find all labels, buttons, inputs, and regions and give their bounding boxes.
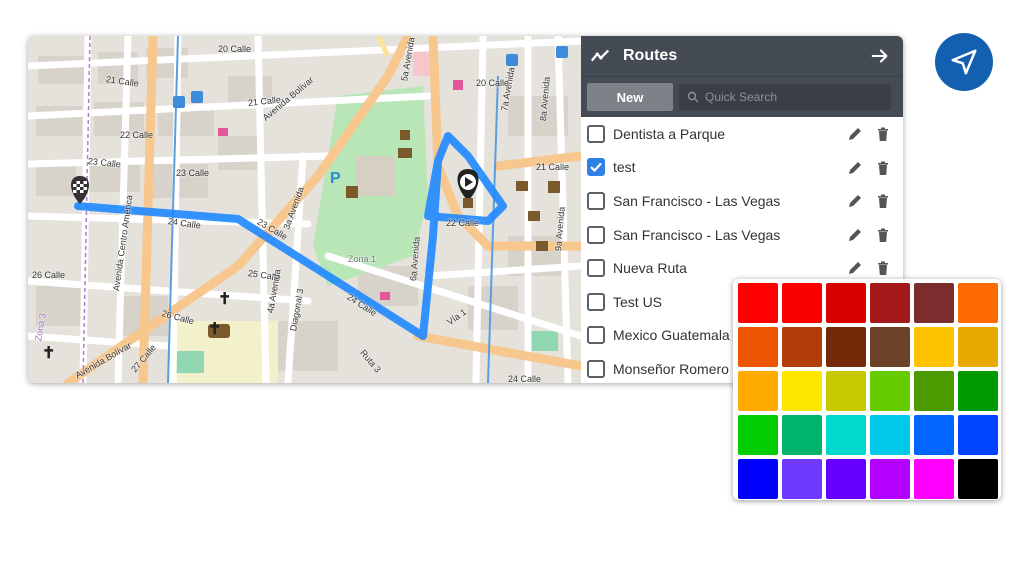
route-name: Dentista a Parque bbox=[613, 125, 726, 142]
color-swatch[interactable] bbox=[738, 415, 778, 455]
route-name: San Francisco - Las Vegas bbox=[613, 192, 781, 209]
route-row[interactable]: San Francisco - Las Vegas bbox=[581, 184, 903, 218]
color-swatch[interactable] bbox=[958, 327, 998, 367]
color-swatch[interactable] bbox=[914, 371, 954, 411]
color-swatch[interactable] bbox=[738, 283, 778, 323]
routes-header: Routes bbox=[581, 36, 903, 76]
color-swatch[interactable] bbox=[870, 283, 910, 323]
svg-text:✝: ✝ bbox=[42, 345, 55, 362]
map-street-label: 26 Calle bbox=[32, 270, 66, 280]
route-checkbox[interactable] bbox=[587, 259, 605, 278]
trash-icon[interactable] bbox=[875, 260, 891, 276]
map-street-label: 22 Calle bbox=[446, 218, 480, 228]
edit-pencil-icon[interactable] bbox=[847, 227, 863, 243]
edit-pencil-icon[interactable] bbox=[847, 160, 863, 176]
color-swatch[interactable] bbox=[914, 327, 954, 367]
color-swatch[interactable] bbox=[782, 415, 822, 455]
color-swatch[interactable] bbox=[870, 371, 910, 411]
color-swatch[interactable] bbox=[826, 283, 866, 323]
color-swatch[interactable] bbox=[782, 327, 822, 367]
map-street-label: 21 Calle bbox=[536, 162, 570, 172]
route-name: test bbox=[613, 159, 636, 176]
map-street-label: 22 Calle bbox=[120, 130, 154, 140]
route-name: San Francisco - Las Vegas bbox=[613, 226, 781, 243]
route-checkbox[interactable] bbox=[587, 225, 605, 244]
routes-trend-icon bbox=[590, 49, 610, 62]
route-actions bbox=[847, 193, 891, 209]
trash-icon[interactable] bbox=[875, 160, 891, 176]
route-checkbox[interactable] bbox=[587, 326, 605, 345]
route-name: Mexico Guatemala bbox=[613, 327, 730, 344]
route-checkbox[interactable] bbox=[587, 359, 605, 378]
route-row[interactable]: San Francisco - Las Vegas bbox=[581, 218, 903, 252]
color-swatch[interactable] bbox=[870, 415, 910, 455]
map-street-label: 24 Calle bbox=[508, 374, 542, 383]
route-actions bbox=[847, 126, 891, 142]
color-swatch[interactable] bbox=[958, 371, 998, 411]
color-swatch[interactable] bbox=[738, 371, 778, 411]
color-swatch[interactable] bbox=[738, 459, 778, 499]
color-swatch[interactable] bbox=[826, 327, 866, 367]
arrow-right-icon[interactable] bbox=[869, 45, 891, 67]
color-swatch[interactable] bbox=[958, 415, 998, 455]
color-swatch[interactable] bbox=[782, 371, 822, 411]
map-zone-label: Zona 1 bbox=[348, 254, 377, 264]
search-icon bbox=[687, 91, 699, 103]
navigation-arrow-icon bbox=[951, 49, 977, 75]
color-swatch[interactable] bbox=[782, 459, 822, 499]
new-route-button[interactable]: New bbox=[587, 83, 673, 111]
route-name: Test US bbox=[613, 293, 663, 310]
color-swatch[interactable] bbox=[914, 459, 954, 499]
route-actions bbox=[847, 260, 891, 276]
route-actions bbox=[847, 160, 891, 176]
map-view[interactable]: ✝ ✝ ✝ P 20 Calle 21 Calle 21 Calle 22 Call… bbox=[28, 36, 581, 383]
edit-pencil-icon[interactable] bbox=[847, 193, 863, 209]
color-swatch[interactable] bbox=[870, 459, 910, 499]
color-swatch[interactable] bbox=[826, 459, 866, 499]
color-swatch[interactable] bbox=[870, 327, 910, 367]
trash-icon[interactable] bbox=[875, 227, 891, 243]
route-checkbox[interactable] bbox=[587, 191, 605, 210]
map-street-label: 20 Calle bbox=[476, 78, 510, 88]
route-name: Monseñor Romero bbox=[613, 360, 729, 377]
color-swatch[interactable] bbox=[914, 415, 954, 455]
route-row[interactable]: test bbox=[581, 151, 903, 185]
check-icon bbox=[590, 163, 602, 173]
trash-icon[interactable] bbox=[875, 126, 891, 142]
color-swatch[interactable] bbox=[914, 283, 954, 323]
route-checkbox[interactable] bbox=[587, 292, 605, 311]
color-swatch[interactable] bbox=[826, 371, 866, 411]
color-swatch[interactable] bbox=[826, 415, 866, 455]
map-street-label: 20 Calle bbox=[218, 44, 252, 54]
map-street-label: 23 Calle bbox=[176, 168, 210, 178]
color-swatch[interactable] bbox=[958, 459, 998, 499]
edit-pencil-icon[interactable] bbox=[847, 260, 863, 276]
route-checkbox[interactable] bbox=[587, 158, 605, 177]
navigation-button[interactable] bbox=[935, 33, 993, 91]
svg-text:✝: ✝ bbox=[208, 321, 221, 338]
svg-text:P: P bbox=[330, 170, 341, 187]
color-palette bbox=[733, 279, 1001, 500]
panel-title: Routes bbox=[623, 47, 678, 64]
route-name: Nueva Ruta bbox=[613, 260, 687, 277]
route-actions bbox=[847, 227, 891, 243]
search-input[interactable] bbox=[703, 89, 887, 105]
quick-search[interactable] bbox=[679, 84, 891, 110]
edit-pencil-icon[interactable] bbox=[847, 126, 863, 142]
svg-text:✝: ✝ bbox=[218, 291, 231, 308]
color-swatch[interactable] bbox=[738, 327, 778, 367]
route-row[interactable]: Dentista a Parque bbox=[581, 117, 903, 151]
color-swatch[interactable] bbox=[782, 283, 822, 323]
trash-icon[interactable] bbox=[875, 193, 891, 209]
color-swatch[interactable] bbox=[958, 283, 998, 323]
route-checkbox[interactable] bbox=[587, 124, 605, 143]
routes-toolbar: New bbox=[581, 76, 903, 117]
